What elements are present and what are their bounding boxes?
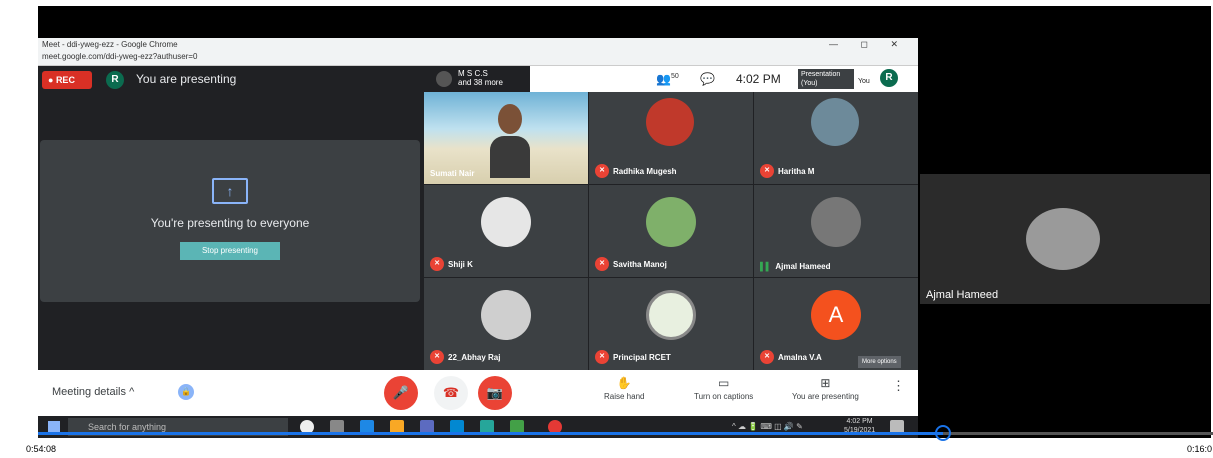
presentation-you-thumb[interactable]: Presentation (You): [798, 69, 854, 89]
participant-avatar: [646, 98, 694, 146]
rec-label: REC: [55, 75, 75, 85]
mic-off-icon: ✕: [430, 350, 444, 364]
mic-off-icon: ✕: [595, 257, 609, 271]
mic-off-icon: ✕: [430, 257, 444, 271]
meeting-icon: [436, 71, 452, 87]
leave-call-button[interactable]: ☎: [434, 376, 468, 410]
meeting-name: M S C.S: [458, 69, 488, 78]
people-count: 50: [670, 73, 679, 80]
raise-hand-label: Raise hand: [604, 392, 645, 401]
participant-grid: Sumati Nair ✕ Radhika Mugesh ✕ Haritha M ✕…: [424, 92, 918, 370]
more-options-icon[interactable]: ⋮: [892, 378, 905, 394]
user-avatar[interactable]: R: [106, 71, 124, 89]
present-icon: ⊞: [820, 376, 831, 390]
participant-avatar: [646, 290, 696, 340]
participant-name: Amalna V.A: [778, 352, 822, 362]
captions-button[interactable]: ▭ Turn on captions: [694, 376, 753, 401]
progress-bar[interactable]: [38, 432, 1213, 435]
participant-tile[interactable]: ✕ Haritha M: [754, 92, 918, 184]
more-participants: and 38 more: [458, 78, 503, 87]
participant-avatar: [646, 197, 696, 247]
taskbar-time: 4:02 PM: [846, 418, 873, 425]
participant-name: Principal RCET: [613, 352, 671, 362]
progress-fill: [38, 432, 943, 435]
participant-name-row: Sumati Nair: [430, 169, 474, 178]
you-label: You: [858, 78, 870, 85]
participant-avatar: [481, 290, 531, 340]
participant-name: 22_Abhay Raj: [448, 352, 501, 362]
chat-icon[interactable]: 💬: [700, 72, 715, 86]
people-button[interactable]: 👥50: [656, 72, 679, 86]
meeting-clock: 4:02 PM: [736, 72, 781, 86]
mic-off-icon: ✕: [595, 164, 609, 178]
speaking-icon: ▌▌: [760, 262, 772, 271]
side-participant-tile: [920, 174, 1210, 304]
browser-title: Meet - ddi-yweg-ezz - Google Chrome: [42, 40, 178, 49]
progress-knob[interactable]: [934, 425, 951, 441]
self-avatar[interactable]: R: [880, 69, 898, 87]
meet-window: ● REC R You are presenting M S C.S and 3…: [38, 66, 918, 416]
participant-name: Sumati Nair: [430, 169, 475, 178]
browser-titlebar: Meet - ddi-yweg-ezz - Google Chrome meet…: [38, 38, 918, 66]
system-tray[interactable]: ^ ☁ 🔋 ⌨ ◫ 🔊 ✎: [732, 422, 803, 431]
shield-icon[interactable]: 🔒: [178, 384, 194, 400]
participant-name: Savitha Manoj: [613, 259, 667, 269]
present-screen-icon: ↑: [212, 178, 248, 204]
side-participant-name: Ajmal Hameed: [926, 289, 999, 301]
participant-video: [490, 98, 530, 178]
raise-hand-button[interactable]: ✋ Raise hand: [604, 376, 644, 401]
top-info-bar: M S C.S and 38 more 👥50 💬 4:02 PM Presen…: [430, 66, 918, 92]
participant-tile[interactable]: Sumati Nair: [424, 92, 588, 184]
participant-tile[interactable]: ✕ 22_Abhay Raj: [424, 278, 588, 370]
participant-name: Shiji K: [448, 259, 473, 269]
present-button[interactable]: ⊞ You are presenting: [792, 376, 859, 401]
participant-name: Ajmal Hameed: [775, 262, 831, 271]
participant-tile[interactable]: ✕ Savitha Manoj: [589, 185, 753, 277]
meeting-info-box[interactable]: M S C.S and 38 more: [430, 66, 530, 92]
participant-tile[interactable]: ✕ Radhika Mugesh: [589, 92, 753, 184]
people-icon: 👥: [656, 72, 671, 86]
duration-time: 0:16:0: [1187, 444, 1213, 454]
participant-tile[interactable]: ✕ Shiji K: [424, 185, 588, 277]
participant-avatar: [811, 197, 861, 247]
chevron-up-icon: ^: [129, 386, 135, 398]
more-options-tooltip: More options: [858, 356, 901, 368]
participant-tile[interactable]: ▌▌ Ajmal Hameed: [754, 185, 918, 277]
participant-name: Haritha M: [778, 166, 815, 176]
participant-tile[interactable]: ✕ Principal RCET: [589, 278, 753, 370]
captions-label: Turn on captions: [694, 392, 754, 401]
presenting-to-everyone-text: You're presenting to everyone: [150, 216, 310, 230]
mic-off-icon: ✕: [760, 164, 774, 178]
mic-off-icon: ✕: [595, 350, 609, 364]
presenting-status: You are presenting: [136, 72, 237, 86]
meeting-details-label: Meeting details: [52, 386, 126, 398]
participant-avatar: [481, 197, 531, 247]
presenting-card: ↑ You're presenting to everyone Stop pre…: [40, 140, 420, 302]
mic-off-icon: ✕: [760, 350, 774, 364]
participant-avatar: [811, 98, 859, 146]
captions-icon: ▭: [717, 376, 730, 390]
elapsed-time: 0:54:08: [26, 444, 57, 454]
window-controls[interactable]: — ◻ ✕: [829, 39, 908, 50]
mic-off-button[interactable]: 🎤: [384, 376, 418, 410]
rec-badge: ● REC: [42, 71, 92, 89]
meeting-details-button[interactable]: Meeting details ^: [52, 386, 134, 398]
participant-letter-avatar: A: [811, 290, 861, 340]
side-participant-avatar: [1026, 208, 1100, 270]
camera-off-button[interactable]: 📷: [478, 376, 512, 410]
hand-icon: ✋: [616, 376, 632, 390]
participant-name: Radhika Mugesh: [613, 166, 677, 176]
video-player: Meet - ddi-yweg-ezz - Google Chrome meet…: [0, 0, 1213, 458]
meet-bottom-bar: Meeting details ^ 🔒 🎤 ☎ 📷 ✋ Raise hand ▭ T…: [38, 370, 918, 416]
stop-presenting-button[interactable]: Stop presenting: [180, 242, 280, 260]
present-label: You are presenting: [792, 392, 859, 401]
browser-url[interactable]: meet.google.com/ddi-yweg-ezz?authuser=0: [42, 52, 197, 61]
